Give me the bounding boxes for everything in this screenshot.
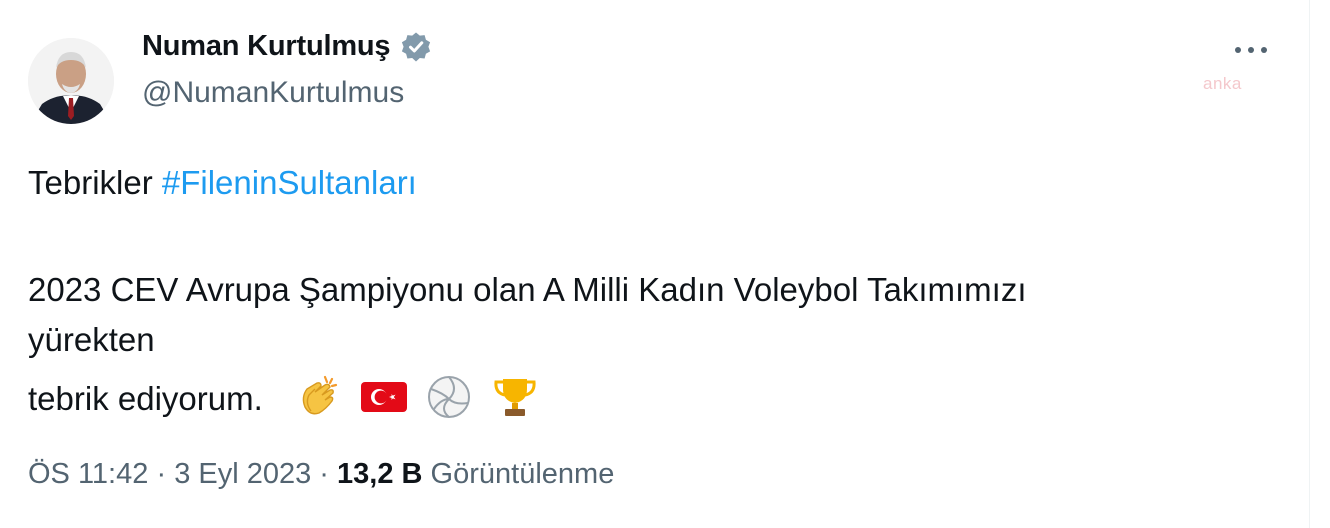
tweet-line-4-text: tebrik ediyorum. [28,380,263,418]
views-count[interactable]: 13,2 B [337,458,422,490]
tweet-line-1: Tebrikler #FileninSultanları [28,163,417,203]
tweet-meta: ÖS 11:42 · 3 Eyl 2023 · 13,2 B Görüntüle… [28,458,614,491]
greeting-text: Tebrikler [28,164,153,201]
author-name[interactable]: Numan Kurtulmuş [142,30,391,63]
turkey-flag-icon [360,379,408,424]
tweet-line-4: tebrik ediyorum. [28,373,547,430]
views-label[interactable]: Görüntülenme [431,458,615,490]
trophy-icon [491,373,539,430]
avatar-portrait-icon [28,38,114,124]
author-name-row: Numan Kurtulmuş [142,30,432,63]
volleyball-icon [425,373,473,430]
tweet-time[interactable]: ÖS 11:42 [28,458,148,490]
meta-separator: · [156,458,167,490]
column-divider [1309,0,1310,528]
hashtag-link[interactable]: #FileninSultanları [162,164,417,201]
tweet-line-3: yürekten [28,321,155,358]
more-options-icon[interactable] [1232,36,1270,64]
verified-badge-icon[interactable] [400,31,432,63]
meta-separator: · [319,458,329,490]
anka-watermark: anka [1203,74,1242,93]
tweet-line-2: 2023 CEV Avrupa Şampiyonu olan A Milli K… [28,271,1027,308]
author-handle[interactable]: @NumanKurtulmus [142,76,404,110]
clapping-hands-icon [295,373,343,430]
tweet-date[interactable]: 3 Eyl 2023 [174,458,311,490]
avatar[interactable] [28,38,114,124]
